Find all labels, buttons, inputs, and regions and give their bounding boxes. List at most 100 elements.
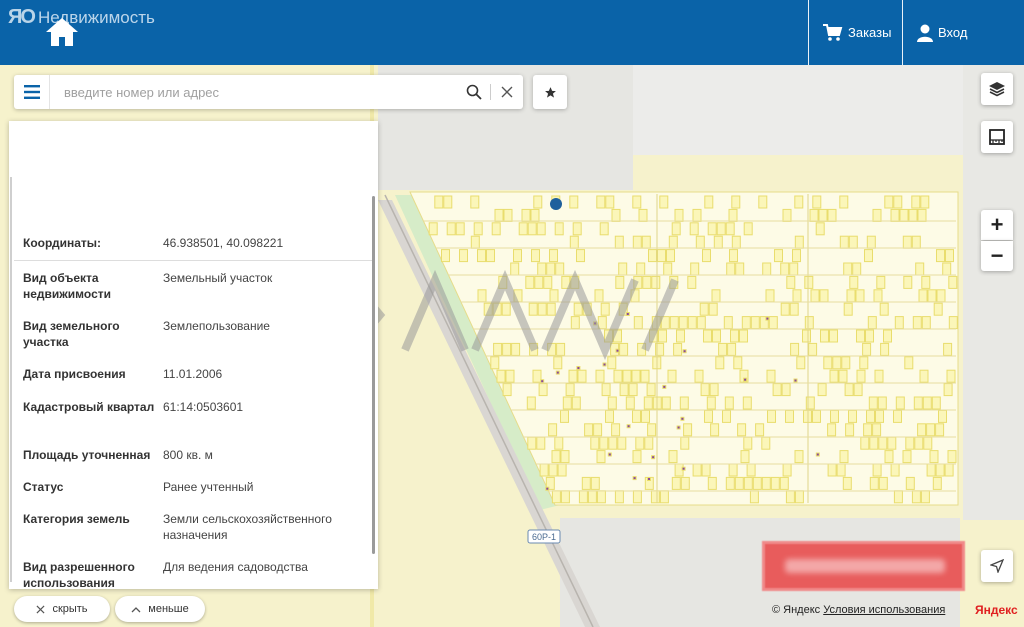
parcel[interactable]: [749, 490, 759, 504]
parcel[interactable]: [765, 289, 775, 303]
parcel[interactable]: [470, 195, 480, 209]
parcel[interactable]: [596, 195, 606, 209]
parcel[interactable]: [838, 369, 848, 383]
parcel[interactable]: [531, 249, 540, 263]
parcel[interactable]: [727, 342, 737, 356]
parcel[interactable]: [707, 222, 717, 236]
parcel[interactable]: [902, 235, 912, 249]
parcel[interactable]: [644, 436, 654, 450]
parcel[interactable]: [740, 450, 750, 464]
favorites-button[interactable]: [533, 75, 567, 109]
parcel[interactable]: [632, 409, 641, 423]
parcel[interactable]: [557, 463, 567, 477]
layers-button[interactable]: [981, 73, 1013, 105]
parcel[interactable]: [869, 436, 879, 450]
parcel[interactable]: [562, 396, 572, 410]
parcel[interactable]: [864, 249, 873, 263]
parcel[interactable]: [873, 289, 883, 303]
parcel[interactable]: [839, 235, 849, 249]
parcel[interactable]: [912, 316, 922, 330]
parcel[interactable]: [908, 208, 918, 222]
parcel[interactable]: [933, 302, 943, 316]
parcel[interactable]: [944, 463, 954, 477]
parcel[interactable]: [576, 249, 585, 263]
parcel[interactable]: [808, 342, 818, 356]
parcel[interactable]: [734, 476, 744, 490]
parcel[interactable]: [632, 235, 642, 249]
ruler-button[interactable]: [981, 121, 1013, 153]
parcel[interactable]: [829, 329, 838, 343]
parcel[interactable]: [938, 409, 947, 423]
parcel[interactable]: [849, 275, 859, 289]
parcel[interactable]: [792, 249, 801, 263]
parcel[interactable]: [505, 369, 515, 383]
parcel[interactable]: [536, 436, 546, 450]
parcel[interactable]: [802, 329, 811, 343]
parcel[interactable]: [683, 423, 693, 437]
parcel[interactable]: [572, 222, 582, 236]
parcel[interactable]: [601, 383, 611, 397]
parcel[interactable]: [872, 423, 882, 437]
parcel[interactable]: [733, 356, 743, 370]
parcel[interactable]: [628, 383, 638, 397]
parcel[interactable]: [533, 195, 543, 209]
parcel[interactable]: [696, 316, 706, 330]
parcel[interactable]: [635, 436, 645, 450]
parcel[interactable]: [812, 195, 822, 209]
parcel[interactable]: [911, 490, 921, 504]
parcel[interactable]: [809, 208, 819, 222]
parcel[interactable]: [671, 476, 681, 490]
parcel[interactable]: [441, 249, 450, 263]
parcel[interactable]: [830, 409, 839, 423]
parcel[interactable]: [596, 450, 606, 464]
parcel[interactable]: [694, 369, 704, 383]
parcel[interactable]: [726, 262, 736, 276]
parcel[interactable]: [895, 396, 905, 410]
parcel[interactable]: [715, 356, 725, 370]
parcel[interactable]: [782, 463, 792, 477]
parcel[interactable]: [859, 356, 869, 370]
parcel[interactable]: [679, 396, 689, 410]
login-button[interactable]: Вход: [902, 0, 1024, 65]
parcel[interactable]: [911, 195, 921, 209]
parcel[interactable]: [920, 490, 930, 504]
parcel[interactable]: [875, 409, 884, 423]
parcel[interactable]: [856, 369, 866, 383]
parcel[interactable]: [789, 302, 799, 316]
parcel[interactable]: [843, 302, 853, 316]
parcel[interactable]: [680, 476, 690, 490]
parcel[interactable]: [936, 289, 946, 303]
parcel[interactable]: [632, 450, 642, 464]
parcel[interactable]: [820, 329, 829, 343]
parcel[interactable]: [878, 476, 888, 490]
parcel[interactable]: [827, 423, 837, 437]
parcel[interactable]: [614, 490, 624, 504]
parcel[interactable]: [818, 208, 828, 222]
parcel[interactable]: [804, 275, 814, 289]
parcel[interactable]: [780, 262, 790, 276]
parcel[interactable]: [718, 342, 728, 356]
parcel[interactable]: [746, 463, 756, 477]
parcel[interactable]: [879, 302, 889, 316]
parcel[interactable]: [766, 369, 776, 383]
parcel[interactable]: [587, 490, 597, 504]
parcel[interactable]: [571, 396, 581, 410]
parcel[interactable]: [548, 423, 558, 437]
parcel[interactable]: [581, 476, 591, 490]
parcel[interactable]: [551, 490, 561, 504]
parcel[interactable]: [459, 249, 468, 263]
parcel[interactable]: [569, 235, 579, 249]
parcel[interactable]: [874, 369, 884, 383]
parcel[interactable]: [883, 329, 892, 343]
parcel[interactable]: [782, 208, 792, 222]
parcel[interactable]: [613, 369, 623, 383]
parcel[interactable]: [548, 463, 558, 477]
parcel[interactable]: [946, 369, 956, 383]
parcel[interactable]: [926, 423, 936, 437]
parcel[interactable]: [947, 450, 957, 464]
parcel[interactable]: [641, 409, 650, 423]
parcel[interactable]: [668, 450, 678, 464]
parcel[interactable]: [819, 289, 829, 303]
parcel[interactable]: [527, 436, 537, 450]
parcel[interactable]: [617, 436, 627, 450]
